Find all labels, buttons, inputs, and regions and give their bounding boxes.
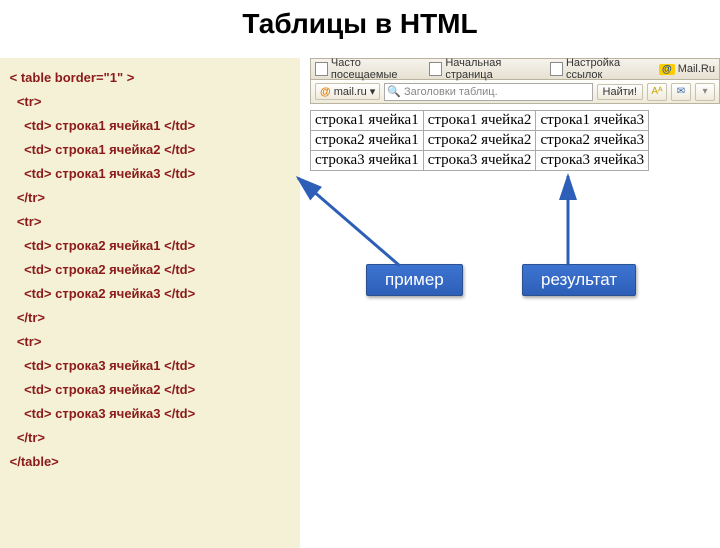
- code-cell: <td> строка1 ячейка1 </td>: [24, 118, 195, 133]
- table-cell: строка1 ячейка3: [536, 111, 649, 131]
- result-table: строка1 ячейка1 строка1 ячейка2 строка1 …: [310, 110, 649, 171]
- find-button[interactable]: Найти!: [597, 84, 643, 100]
- search-placeholder: Заголовки таблиц.: [404, 86, 498, 98]
- page-title: Таблицы в HTML: [0, 8, 720, 40]
- table-cell: строка3 ячейка2: [423, 151, 536, 171]
- tag-table-open: < table border="1" >: [10, 70, 135, 85]
- at-icon: @: [320, 86, 331, 98]
- search-icon: 🔍: [387, 85, 401, 98]
- mailru-icon: @: [659, 64, 675, 75]
- tool-button[interactable]: ✉: [671, 83, 691, 101]
- table-cell: строка2 ячейка2: [423, 131, 536, 151]
- bookmarks-mailru-label: Mail.Ru: [678, 63, 715, 75]
- table-cell: строка2 ячейка1: [311, 131, 424, 151]
- table-cell: строка3 ячейка1: [311, 151, 424, 171]
- table-cell: строка3 ячейка3: [536, 151, 649, 171]
- folder-icon: [315, 62, 328, 76]
- bookmarks-freq-label: Часто посещаемые: [331, 57, 422, 81]
- bookmarks-home[interactable]: Начальная страница: [429, 57, 542, 81]
- bookmarks-freq[interactable]: Часто посещаемые: [315, 57, 421, 81]
- code-cell: <td> строка2 ячейка2 </td>: [24, 262, 195, 277]
- browser-panel: Часто посещаемые Начальная страница Наст…: [310, 58, 720, 171]
- bookmarks-home-label: Начальная страница: [445, 57, 542, 81]
- bookmarks-toolbar: Часто посещаемые Начальная страница Наст…: [310, 58, 720, 80]
- callout-example: пример: [366, 264, 463, 296]
- search-input[interactable]: 🔍Заголовки таблиц.: [384, 83, 592, 101]
- tag-table-close: </table>: [10, 454, 59, 469]
- search-toolbar: @mail.ru▾ 🔍Заголовки таблиц. Найти! Aᴬ ✉…: [310, 80, 720, 104]
- tag-tr-open: <tr>: [17, 214, 42, 229]
- bookmarks-mailru[interactable]: @Mail.Ru: [659, 63, 715, 75]
- mail-button-label: mail.ru: [334, 86, 367, 98]
- code-cell: <td> строка3 ячейка1 </td>: [24, 358, 195, 373]
- tag-tr-close: </tr>: [17, 190, 45, 205]
- code-cell: <td> строка2 ячейка3 </td>: [24, 286, 195, 301]
- table-row: строка1 ячейка1 строка1 ячейка2 строка1 …: [311, 111, 649, 131]
- callout-result: результат: [522, 264, 636, 296]
- code-cell: <td> строка3 ячейка3 </td>: [24, 406, 195, 421]
- tool-button-2[interactable]: ▾: [695, 83, 715, 101]
- table-row: строка2 ячейка1 строка2 ячейка2 строка2 …: [311, 131, 649, 151]
- code-cell: <td> строка1 ячейка3 </td>: [24, 166, 195, 181]
- code-panel: < table border="1" > <tr> <td> строка1 я…: [0, 58, 300, 548]
- tag-tr-close: </tr>: [17, 310, 45, 325]
- bookmarks-links-label: Настройка ссылок: [566, 57, 651, 81]
- chevron-down-icon: ▾: [370, 85, 376, 98]
- code-cell: <td> строка3 ячейка2 </td>: [24, 382, 195, 397]
- table-row: строка3 ячейка1 строка3 ячейка2 строка3 …: [311, 151, 649, 171]
- bookmarks-links[interactable]: Настройка ссылок: [550, 57, 651, 81]
- page-icon: [550, 62, 563, 76]
- tag-tr-open: <tr>: [17, 334, 42, 349]
- arrow-example: [298, 178, 400, 266]
- table-cell: строка1 ячейка1: [311, 111, 424, 131]
- code-cell: <td> строка2 ячейка1 </td>: [24, 238, 195, 253]
- highlight-button[interactable]: Aᴬ: [647, 83, 667, 101]
- tag-tr-close: </tr>: [17, 430, 45, 445]
- page-icon: [429, 62, 442, 76]
- mail-button[interactable]: @mail.ru▾: [315, 83, 380, 100]
- table-cell: строка2 ячейка3: [536, 131, 649, 151]
- tag-tr-open: <tr>: [17, 94, 42, 109]
- code-cell: <td> строка1 ячейка2 </td>: [24, 142, 195, 157]
- table-cell: строка1 ячейка2: [423, 111, 536, 131]
